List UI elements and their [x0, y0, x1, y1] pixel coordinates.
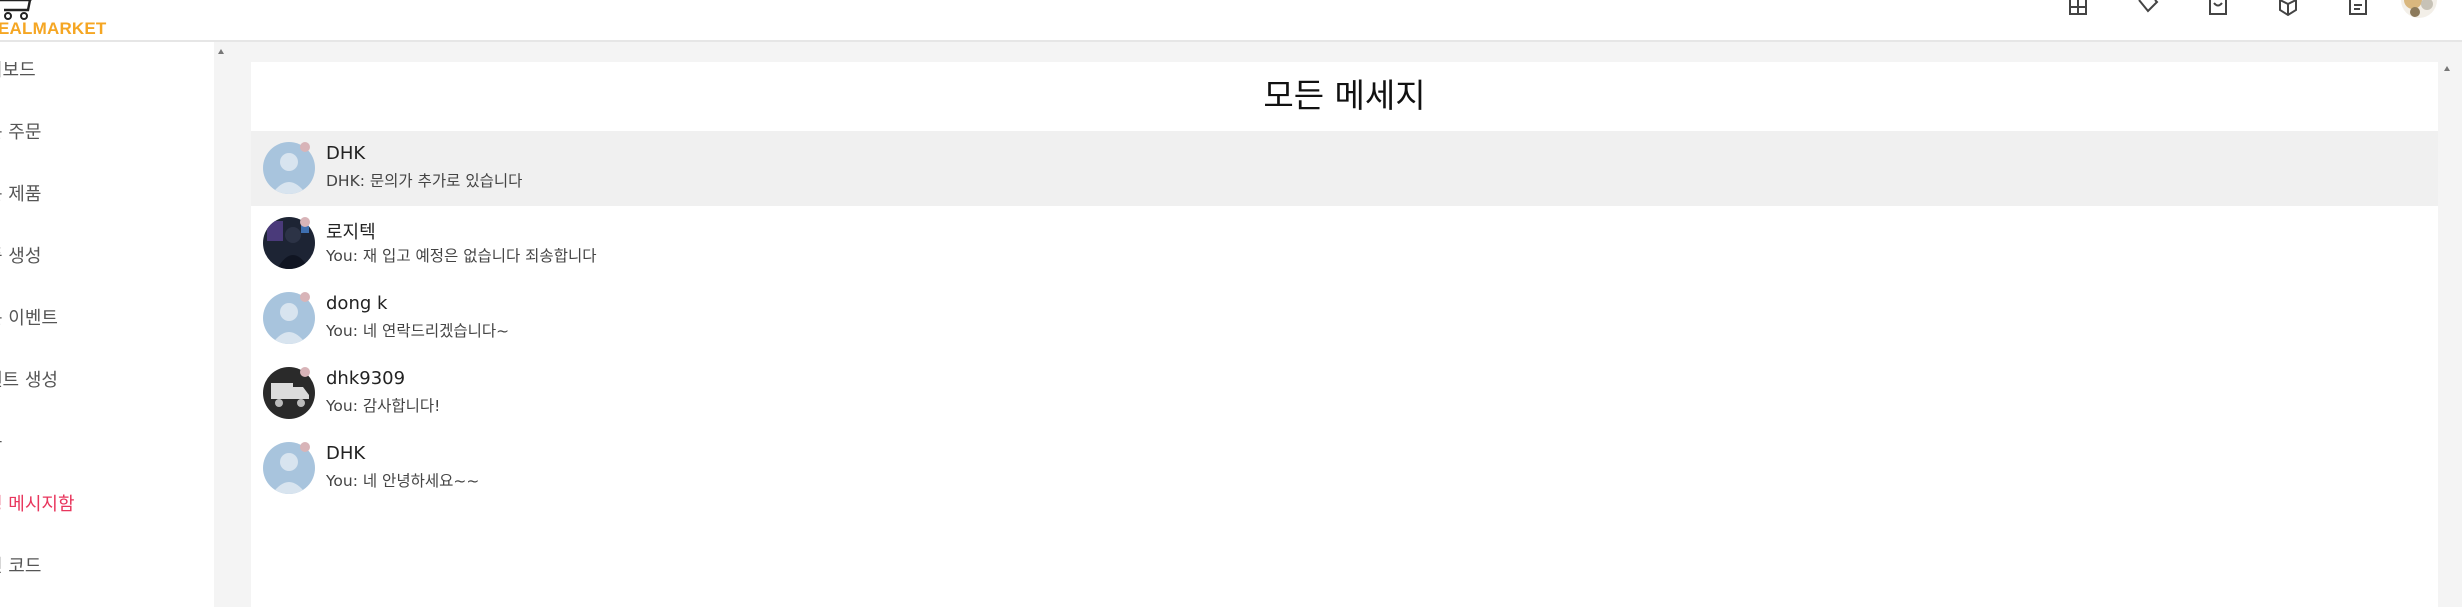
conversation-name: DHK: [326, 443, 366, 464]
sidebar-item-label: 인 코드: [0, 556, 42, 577]
sidebar-item-label: 든 제품: [0, 184, 42, 205]
sidebar-item-label: 용: [0, 423, 3, 463]
main-scrollbar[interactable]: [2440, 62, 2454, 607]
sidebar-menu: 시보드 든 주문 든 제품 품 생성 든 이벤트 벤트 생성 용 녕 메시지함 …: [0, 42, 214, 607]
conversation-preview: You: 네 안녕하세요~~: [326, 472, 480, 490]
sidebar-scrollbar[interactable]: [214, 42, 228, 607]
sidebar-item-label: 시보드: [0, 60, 36, 81]
conversation-name: dhk9309: [326, 368, 406, 389]
conversation-item[interactable]: DHK DHK: 문의가 추가로 있습니다: [251, 131, 2438, 206]
conversation-preview: You: 재 입고 예정은 없습니다 죄송합니다: [326, 247, 597, 265]
page-title: 모든 메세지: [1263, 76, 1426, 115]
sidebar-item-discount-codes[interactable]: 인 코드: [0, 547, 214, 587]
sidebar-item-label: 품 생성: [0, 246, 42, 267]
conversation-name: DHK: [326, 143, 366, 164]
messages-panel: 모든 메세지 DHK DHK: 문의가 추가로 있습니다 로지텍 You: 재 …: [251, 62, 2438, 607]
sidebar-item-dashboard[interactable]: 시보드: [0, 51, 214, 91]
document-icon[interactable]: [2344, 0, 2372, 18]
conversation-preview: You: 감사합니다!: [326, 397, 441, 415]
scroll-up-arrow-icon[interactable]: [218, 49, 224, 54]
conversation-item[interactable]: dong k You: 네 연락드리겠습니다~: [251, 281, 2438, 356]
online-status-dot: [300, 142, 310, 152]
conversation-name: 로지텍: [326, 222, 376, 243]
sidebar-item-label: 벤트 생성: [0, 370, 58, 391]
gift-icon[interactable]: [2064, 0, 2092, 18]
sidebar-item-partial-label[interactable]: 용: [0, 423, 214, 463]
conversation-name: dong k: [326, 293, 388, 314]
online-status-dot: [300, 217, 310, 227]
brand-logo-text[interactable]: EALMARKET: [0, 19, 107, 39]
online-status-dot: [300, 367, 310, 377]
online-status-dot: [300, 442, 310, 452]
online-status-dot: [300, 292, 310, 302]
sidebar-item-create-event[interactable]: 벤트 생성: [0, 361, 214, 401]
sidebar-item-label: 녕 메시지함: [0, 494, 75, 515]
conversation-preview: You: 네 연락드리겠습니다~: [326, 322, 510, 340]
sidebar-item-all-orders[interactable]: 든 주문: [0, 113, 214, 153]
conversation-preview: DHK: 문의가 추가로 있습니다: [326, 172, 523, 190]
top-navigation-bar: EALMARKET: [0, 0, 2462, 42]
sidebar-item-label: 든 주문: [0, 122, 42, 143]
sidebar-item-all-events[interactable]: 든 이벤트: [0, 299, 214, 339]
conversation-item[interactable]: 로지텍 You: 재 입고 예정은 없습니다 죄송합니다: [251, 206, 2438, 281]
conversation-item[interactable]: dhk9309 You: 감사합니다!: [251, 356, 2438, 431]
sidebar-item-create-product[interactable]: 품 생성: [0, 237, 214, 277]
shopping-bag-icon[interactable]: [2204, 0, 2232, 18]
user-avatar[interactable]: [2401, 0, 2437, 18]
sidebar-item-inbox[interactable]: 녕 메시지함: [0, 485, 214, 525]
scroll-up-arrow-icon[interactable]: [2444, 66, 2450, 71]
conversation-item[interactable]: DHK You: 네 안녕하세요~~: [251, 431, 2438, 506]
sidebar-item-all-products[interactable]: 든 제품: [0, 175, 214, 215]
tag-icon[interactable]: [2134, 0, 2162, 18]
sidebar-item-label: 든 이벤트: [0, 308, 58, 329]
box-icon[interactable]: [2274, 0, 2302, 18]
